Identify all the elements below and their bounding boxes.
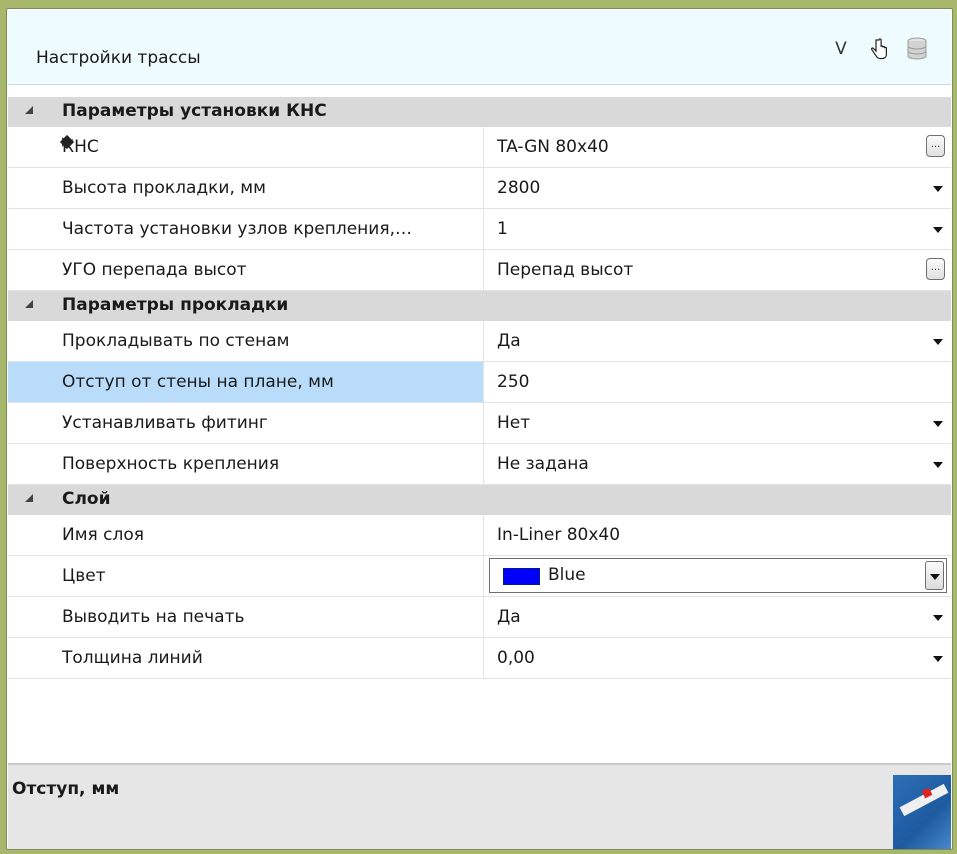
dropdown-arrow-icon[interactable] xyxy=(933,339,943,345)
color-value: Blue xyxy=(548,565,586,585)
property-value[interactable]: 2800 xyxy=(497,178,540,198)
property-value[interactable]: In-Liner 80x40 xyxy=(497,525,620,545)
category-header[interactable]: Слой xyxy=(8,485,951,515)
property-value[interactable]: Да xyxy=(497,607,521,627)
category-header[interactable]: Параметры установки КНС xyxy=(8,97,951,127)
category-label: Параметры прокладки xyxy=(62,295,289,315)
combo-dropdown-button[interactable] xyxy=(925,561,944,590)
color-combobox[interactable]: Blue xyxy=(489,558,947,593)
product-logo-image xyxy=(893,775,951,849)
settings-window: Настройки трассы V Параметры установки К… xyxy=(6,8,953,850)
property-name: Толщина линий xyxy=(62,648,203,668)
ellipsis-button[interactable]: ... xyxy=(926,135,945,157)
property-name-cell[interactable]: Цвет xyxy=(8,556,484,596)
dropdown-arrow-icon[interactable] xyxy=(933,186,943,192)
property-name: Поверхность крепления xyxy=(62,454,280,474)
property-row[interactable]: Высота прокладки, мм 2800 xyxy=(8,168,951,209)
property-name: Высота прокладки, мм xyxy=(62,178,266,198)
title-bar: Настройки трассы V xyxy=(8,10,951,85)
property-row[interactable]: Поверхность крепления Не задана xyxy=(8,444,951,485)
property-name-cell[interactable]: КНС xyxy=(8,127,484,167)
property-name-cell[interactable]: Высота прокладки, мм xyxy=(8,168,484,208)
collapse-arrow-icon[interactable] xyxy=(25,300,33,308)
property-name: Прокладывать по стенам xyxy=(62,331,290,351)
description-panel: Отступ, мм xyxy=(8,763,951,849)
property-name: Отступ от стены на плане, мм xyxy=(62,372,334,392)
property-row[interactable]: Прокладывать по стенам Да xyxy=(8,321,951,362)
property-name-cell[interactable]: Имя слоя xyxy=(8,515,484,555)
property-name: Устанавливать фитинг xyxy=(62,413,268,433)
property-name: Выводить на печать xyxy=(62,607,245,627)
property-row[interactable]: Толщина линий 0,00 xyxy=(8,638,951,679)
property-name-cell[interactable]: Прокладывать по стенам xyxy=(8,321,484,361)
dropdown-arrow-icon[interactable] xyxy=(933,421,943,427)
database-icon[interactable] xyxy=(905,36,929,62)
property-name-cell[interactable]: Отступ от стены на плане, мм xyxy=(8,362,484,402)
property-row[interactable]: Цвет Blue xyxy=(8,556,951,597)
property-value[interactable]: Перепад высот xyxy=(497,260,633,280)
property-name: Имя слоя xyxy=(62,525,145,545)
property-grid: Параметры установки КНС КНС TA-GN 80x40...… xyxy=(8,97,951,679)
description-title: Отступ, мм xyxy=(12,779,120,799)
property-row[interactable]: КНС TA-GN 80x40... xyxy=(8,127,951,168)
property-name: Частота установки узлов крепления,… xyxy=(62,219,412,239)
window-title: Настройки трассы xyxy=(36,48,201,68)
property-name-cell[interactable]: Поверхность крепления xyxy=(8,444,484,484)
property-row[interactable]: Отступ от стены на плане, мм 250 xyxy=(8,362,951,403)
category-header[interactable]: Параметры прокладки xyxy=(8,291,951,321)
v-button[interactable]: V xyxy=(829,36,853,62)
property-name-cell[interactable]: Устанавливать фитинг xyxy=(8,403,484,443)
property-value[interactable]: Да xyxy=(497,331,521,351)
dropdown-arrow-icon[interactable] xyxy=(933,227,943,233)
property-row[interactable]: Имя слоя In-Liner 80x40 xyxy=(8,515,951,556)
property-value[interactable]: TA-GN 80x40 xyxy=(497,137,609,157)
property-value[interactable]: 0,00 xyxy=(497,648,535,668)
property-value[interactable]: 1 xyxy=(497,219,508,239)
property-value[interactable]: 250 xyxy=(497,372,529,392)
property-row[interactable]: УГО перепада высот Перепад высот... xyxy=(8,250,951,291)
category-label: Параметры установки КНС xyxy=(62,101,327,121)
property-name-cell[interactable]: Выводить на печать xyxy=(8,597,484,637)
hand-pointer-icon[interactable] xyxy=(867,36,891,62)
collapse-arrow-icon[interactable] xyxy=(25,494,33,502)
dropdown-arrow-icon[interactable] xyxy=(933,462,943,468)
property-row[interactable]: Выводить на печать Да xyxy=(8,597,951,638)
property-value[interactable]: Нет xyxy=(497,413,530,433)
dropdown-arrow-icon[interactable] xyxy=(933,615,943,621)
toolbar: V xyxy=(829,36,929,62)
collapse-arrow-icon[interactable] xyxy=(25,106,33,114)
property-value[interactable]: Не задана xyxy=(497,454,589,474)
property-name-cell[interactable]: УГО перепада высот xyxy=(8,250,484,290)
property-row[interactable]: Частота установки узлов крепления,… 1 xyxy=(8,209,951,250)
property-name: Цвет xyxy=(62,566,106,586)
dropdown-arrow-icon[interactable] xyxy=(933,656,943,662)
category-label: Слой xyxy=(62,489,111,509)
property-row[interactable]: Устанавливать фитинг Нет xyxy=(8,403,951,444)
ellipsis-button[interactable]: ... xyxy=(926,258,945,280)
property-name-cell[interactable]: Толщина линий xyxy=(8,638,484,678)
property-name: УГО перепада высот xyxy=(62,260,247,280)
property-name-cell[interactable]: Частота установки узлов крепления,… xyxy=(8,209,484,249)
color-swatch xyxy=(503,568,540,585)
